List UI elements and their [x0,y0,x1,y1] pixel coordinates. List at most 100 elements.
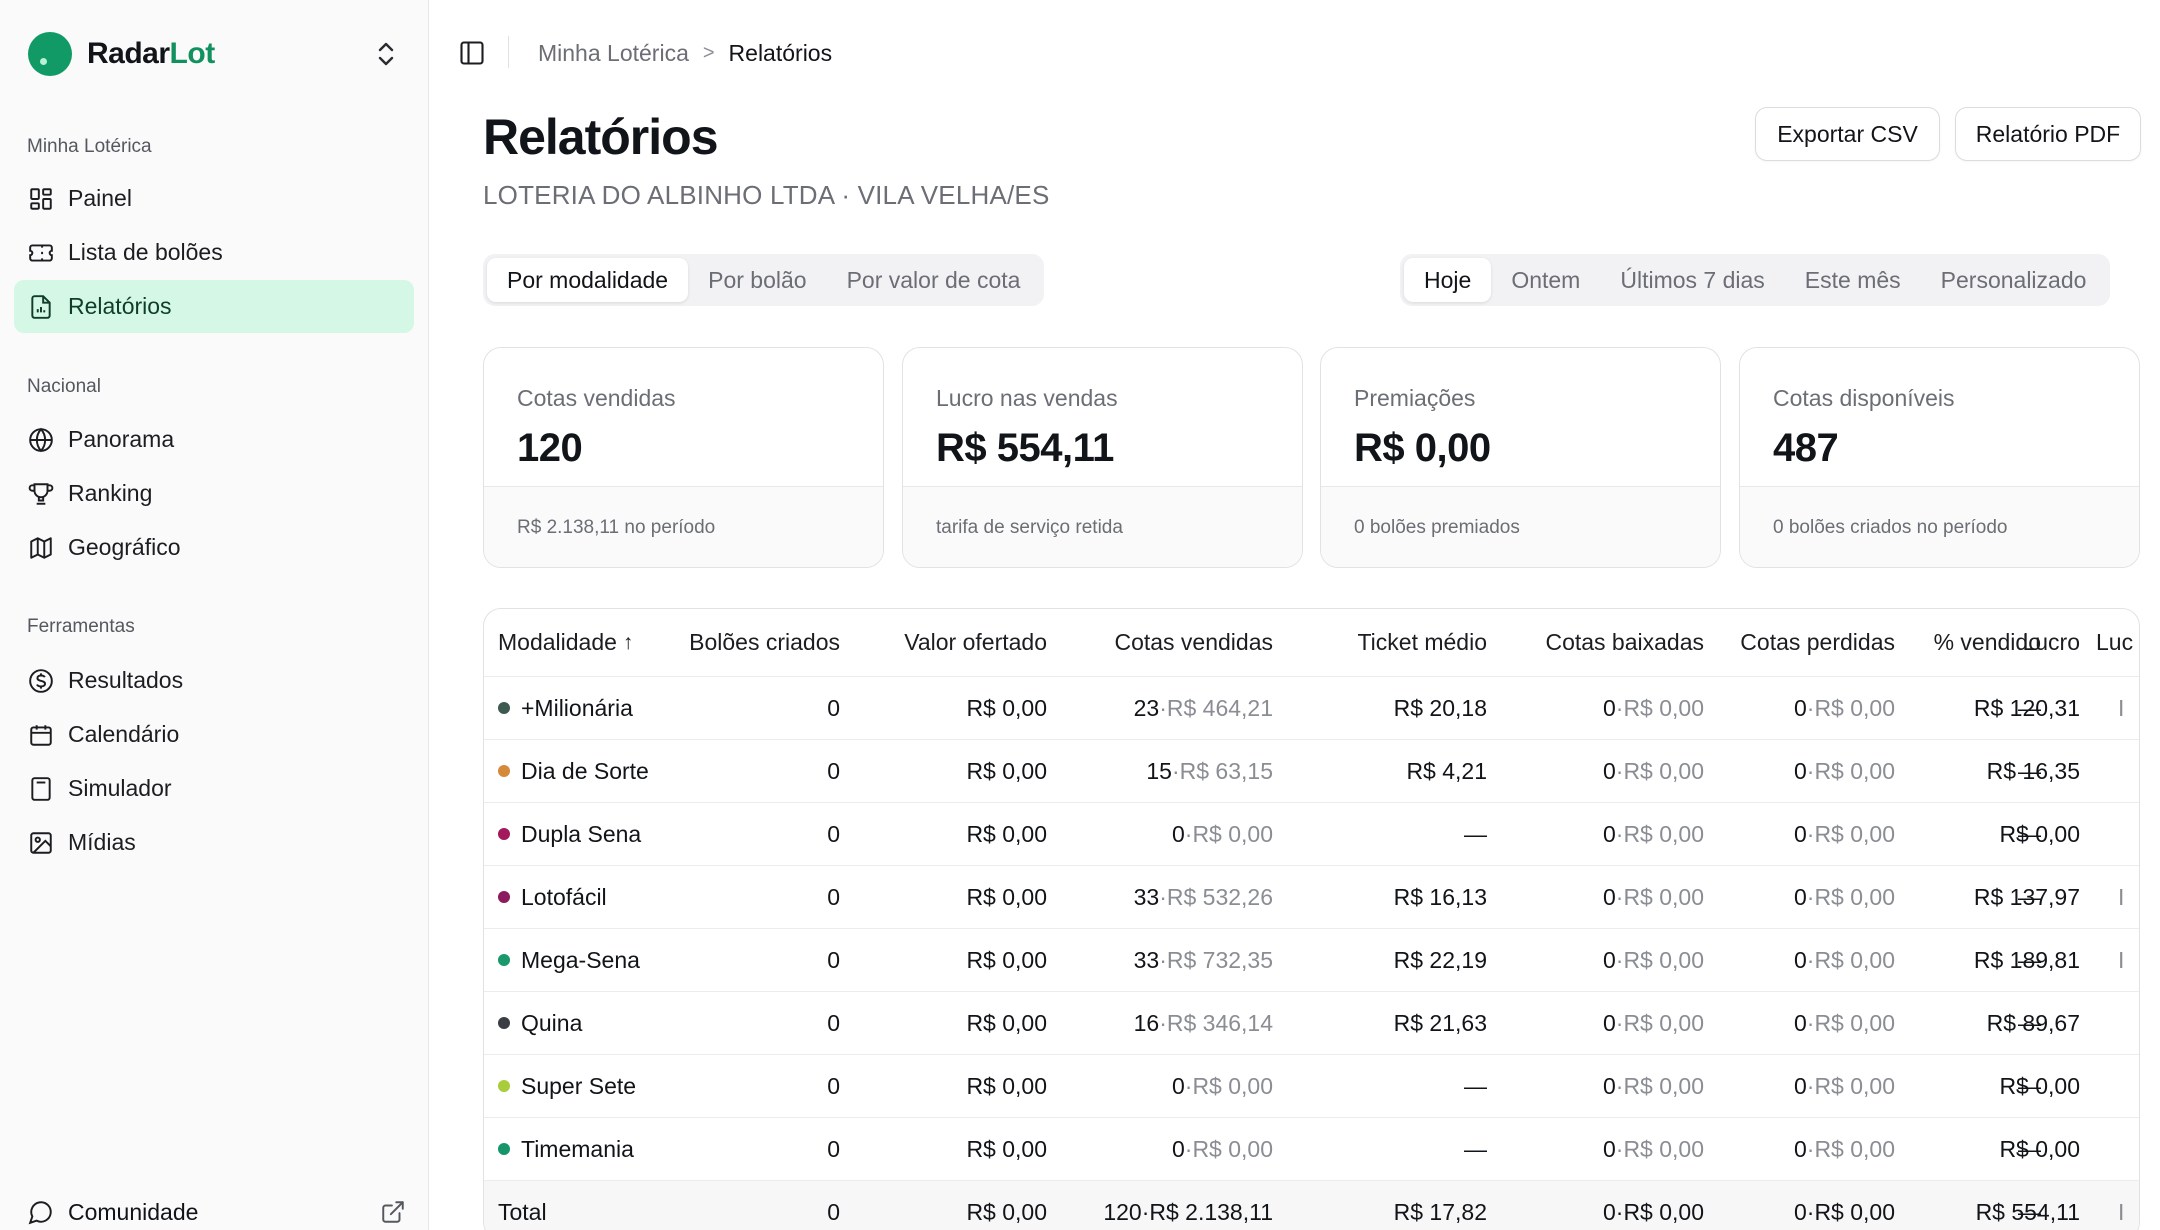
sidebar-item-lista-de-boloes[interactable]: Lista de bolões [14,226,414,279]
column-header-lucro-extra[interactable]: Luc [2096,609,2133,676]
kpi-label: Lucro nas vendas [936,385,1118,411]
column-header-valor-ofertado[interactable]: Valor ofertado [827,609,1047,676]
kpi-card-lucro-nas-vendas: Lucro nas vendas R$ 554,11 tarifa de ser… [902,347,1303,568]
lucro-extra-cell: I [2118,677,2124,739]
export-csv-button[interactable]: Exportar CSV [1755,107,1940,161]
lucro-value: R$ 554,11 [1975,1199,2080,1225]
value-separator: · [1806,1135,1815,1162]
lucro-cell: R$ 0,00 [1880,1118,2080,1180]
table-row[interactable]: Quina 0 R$ 0,00 16 · R$ 346,14 R$ 21,63 0 · R… [484,992,2139,1055]
cotas-perdidas-cell: 0 · R$ 0,00 [1635,677,1895,739]
column-header-boloes-criados[interactable]: Bolões criados [620,609,840,676]
kpi-value: 120 [517,426,583,470]
toggle-sidebar-icon[interactable] [458,39,486,67]
sidebar-item-simulador[interactable]: Simulador [14,762,414,815]
table-row[interactable]: +Milionária 0 R$ 0,00 23 · R$ 464,21 R$ 20,1… [484,677,2139,740]
brand[interactable]: RadarLot [28,31,215,77]
table-row[interactable]: Super Sete 0 R$ 0,00 0 · R$ 0,00—0 · R$ 0,0… [484,1055,2139,1118]
sidebar-item-comunidade[interactable]: Comunidade [14,1194,414,1230]
tab-ultimos-7-dias[interactable]: Últimos 7 dias [1600,258,1784,302]
radarlot-logo-icon [28,32,72,76]
table-row[interactable]: Dupla Sena 0 R$ 0,00 0 · R$ 0,00—0 · R$ 0,0… [484,803,2139,866]
column-header-lucro[interactable]: Lucro [1860,609,2080,676]
kpi-card-cotas-disponiveis: Cotas disponíveis 487 0 bolões criados n… [1739,347,2140,568]
cotas-perdidas-cell: 0 · R$ 0,00 [1635,1055,1895,1117]
tab-por-bolao[interactable]: Por bolão [688,258,826,302]
sidebar-item-calendario[interactable]: Calendário [14,708,414,761]
table-row[interactable]: Timemania 0 R$ 0,00 0 · R$ 0,00—0 · R$ 0,00… [484,1118,2139,1181]
external-link-icon[interactable] [380,1199,406,1225]
sidebar-item-panorama[interactable]: Panorama [14,413,414,466]
chevrons-up-down-icon[interactable] [372,38,400,70]
lucro-cell: R$ 554,11 [1880,1181,2080,1230]
cotas-baixadas-count: 0 [1602,1199,1616,1225]
column-header-cotas-vendidas[interactable]: Cotas vendidas [1053,609,1273,676]
breadcrumb-parent[interactable]: Minha Lotérica [538,40,689,67]
kpi-label: Cotas vendidas [517,385,676,411]
boloes-criados-cell: 0 [680,1118,840,1180]
cotas-vendidas-amount: R$ 63,15 [1179,757,1273,784]
table-total-row: Total 0 R$ 0,00 120 · R$ 2.138,11 R$ 17,82 0 … [484,1181,2139,1230]
cotas-vendidas-amount: R$ 346,14 [1166,1009,1273,1036]
sidebar-item-resultados[interactable]: Resultados [14,654,414,707]
sidebar-item-ranking[interactable]: Ranking [14,467,414,520]
lucro-cell: R$ 189,81 [1880,929,2080,991]
value-separator: · [1184,1072,1193,1099]
table-row[interactable]: Mega-Sena 0 R$ 0,00 33 · R$ 732,35 R$ 22,19 0… [484,929,2139,992]
modalidade-name: Dia de Sorte [521,757,649,784]
lucro-extra-cell: I [2118,866,2124,928]
lucro-value: R$ 0,00 [1999,820,2080,847]
boloes-criados-cell: 0 [680,929,840,991]
value-separator: · [1615,1199,1624,1225]
sidebar-item-relatorios[interactable]: Relatórios [14,280,414,333]
sidebar-item-label: Ranking [68,480,153,506]
column-header-cotas-baixadas[interactable]: Cotas baixadas [1484,609,1704,676]
table-row[interactable]: Dia de Sorte 0 R$ 0,00 15 · R$ 63,15 R$ 4,21… [484,740,2139,803]
cotas-vendidas-count: 33 [1133,883,1160,910]
cotas-perdidas-cell: 0 · R$ 0,00 [1635,992,1895,1054]
sidebar-item-geografico[interactable]: Geográfico [14,521,414,574]
tab-por-valor-de-cota[interactable]: Por valor de cota [827,258,1041,302]
cotas-vendidas-count: 16 [1133,1009,1160,1036]
lucro-value: R$ 0,00 [1999,1072,2080,1099]
modalidade-name: Timemania [521,1135,634,1162]
ticket-icon [28,240,54,266]
tab-por-modalidade[interactable]: Por modalidade [487,258,689,302]
cotas-vendidas-cell: 0 · R$ 0,00 [1013,1118,1273,1180]
value-separator: · [1159,883,1167,910]
kpi-label: Premiações [1354,385,1476,411]
value-separator: · [1615,820,1624,847]
section-ferramentas: Ferramentas [27,616,135,637]
sidebar-item-painel[interactable]: Painel [14,172,414,225]
sidebar-item-label: Painel [68,185,132,211]
lucro-value: R$ 120,31 [1973,694,2080,721]
kpi-footer: R$ 2.138,11 no período [484,486,883,567]
tab-este-mes[interactable]: Este mês [1785,258,1921,302]
tab-hoje[interactable]: Hoje [1404,258,1492,302]
value-separator: · [1184,820,1193,847]
column-header-ticket-medio[interactable]: Ticket médio [1267,609,1487,676]
boloes-criados-cell: 0 [680,992,840,1054]
tab-ontem[interactable]: Ontem [1491,258,1600,302]
pdf-report-button[interactable]: Relatório PDF [1955,107,2141,161]
lucro-extra-value: I [2118,694,2125,721]
cotas-perdidas-cell: 0 · R$ 0,00 [1635,803,1895,865]
value-separator: · [1806,820,1815,847]
cotas-vendidas-amount: R$ 0,00 [1192,1135,1273,1162]
modalidade-name: Dupla Sena [521,820,642,847]
kpi-value: R$ 0,00 [1354,426,1491,470]
modalidade-cell: +Milionária [498,677,633,739]
table-row[interactable]: Lotofácil 0 R$ 0,00 33 · R$ 532,26 R$ 16,13 0… [484,866,2139,929]
value-separator: · [1806,694,1815,721]
boloes-criados-value: 0 [827,1072,840,1099]
cotas-vendidas-count: 0 [1171,1072,1185,1099]
tab-personalizado[interactable]: Personalizado [1921,258,2107,302]
column-header-modalidade[interactable]: Modalidade ↑ [498,609,633,676]
sidebar-item-midias[interactable]: Mídias [14,816,414,869]
value-separator: · [1184,1135,1193,1162]
modalidade-name: Super Sete [521,1072,637,1099]
cotas-vendidas-count: 15 [1146,757,1172,784]
kpi-footer-text: tarifa de serviço retida [936,517,1123,538]
report-table[interactable]: Modalidade ↑ Bolões criados Valor ofertado C… [483,608,2140,1230]
cotas-perdidas-cell: 0 · R$ 0,00 [1635,866,1895,928]
